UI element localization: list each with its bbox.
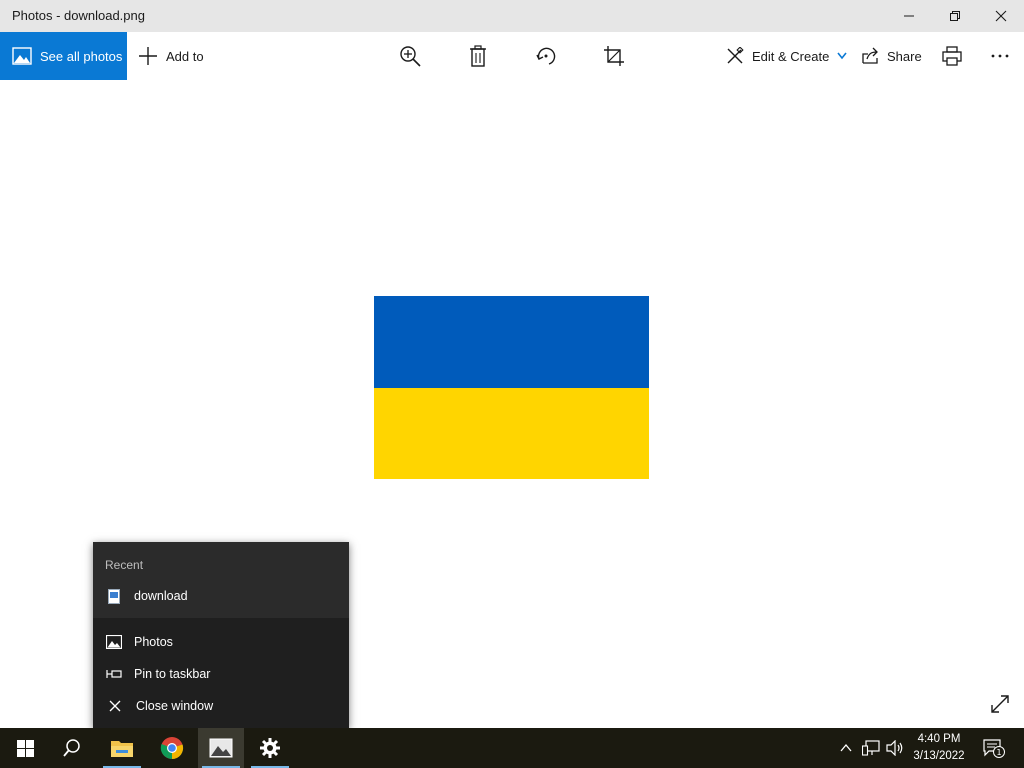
network-button[interactable] (860, 728, 882, 768)
minimize-button[interactable] (886, 0, 932, 32)
pin-icon (105, 670, 122, 678)
toolbar: See all photos Add to Edit & Create Shar… (0, 32, 1024, 80)
photos-icon (105, 635, 122, 649)
action-center-button[interactable]: 1 (980, 728, 1008, 768)
search-icon (63, 739, 80, 757)
photos-taskbar-button[interactable] (198, 728, 244, 768)
chrome-button[interactable] (149, 728, 195, 768)
close-icon (109, 700, 120, 712)
close-icon (995, 10, 1007, 22)
photos-icon (209, 738, 233, 758)
recent-item-label: download (134, 589, 188, 603)
settings-icon (260, 738, 280, 758)
edit-create-label: Edit & Create (752, 48, 830, 64)
minimize-icon (904, 15, 914, 17)
recent-header: Recent (105, 558, 144, 572)
add-to-button[interactable]: Add to (138, 32, 204, 80)
chevron-down-icon (837, 52, 847, 60)
edit-create-button[interactable]: Edit & Create (726, 32, 847, 80)
rotate-icon (536, 47, 556, 65)
close-window-item[interactable]: Close window (93, 690, 349, 722)
more-options-button[interactable] (980, 32, 1020, 80)
restore-icon (950, 11, 960, 21)
show-hidden-icons-button[interactable] (836, 728, 856, 768)
clock-date: 3/13/2022 (913, 750, 965, 762)
close-button[interactable] (978, 0, 1024, 32)
file-explorer-icon (111, 741, 133, 757)
jump-list-app-label: Photos (134, 635, 173, 649)
add-to-label: Add to (166, 48, 204, 64)
jump-list: Recent download Photos Pin to taskbar Cl… (93, 542, 349, 728)
share-label: Share (887, 48, 922, 64)
plus-icon (139, 47, 157, 65)
taskbar-search-button[interactable] (49, 728, 95, 768)
file-explorer-button[interactable] (99, 728, 145, 768)
volume-button[interactable] (884, 728, 906, 768)
volume-icon (886, 740, 903, 756)
close-window-label: Close window (136, 699, 214, 713)
pin-to-taskbar-item[interactable]: Pin to taskbar (93, 658, 349, 690)
restore-button[interactable] (932, 0, 978, 32)
start-icon (16, 739, 34, 757)
share-icon (862, 47, 878, 64)
title-bar: Photos - download.png (0, 0, 1024, 32)
fullscreen-button[interactable] (986, 690, 1014, 718)
crop-button[interactable] (594, 32, 634, 80)
delete-button[interactable] (458, 32, 498, 80)
taskbar: 4:40 PM 3/13/2022 1 (0, 728, 1024, 768)
pin-to-taskbar-label: Pin to taskbar (134, 667, 211, 681)
network-icon (862, 740, 880, 756)
zoom-in-icon (400, 46, 421, 67)
window-title: Photos - download.png (12, 8, 145, 23)
start-button[interactable] (2, 728, 48, 768)
chevron-up-icon (840, 744, 852, 752)
notification-icon: 1 (983, 739, 1005, 758)
expand-icon (991, 695, 1009, 713)
printer-icon (942, 46, 962, 66)
picture-icon (12, 47, 32, 65)
zoom-button[interactable] (390, 32, 430, 80)
settings-button[interactable] (247, 728, 293, 768)
clock-time: 4:40 PM (917, 733, 961, 745)
notification-count: 1 (996, 748, 1001, 757)
trash-icon (470, 45, 486, 67)
see-all-photos-button[interactable]: See all photos (0, 32, 127, 80)
jump-list-app-photos[interactable]: Photos (93, 626, 349, 658)
edit-icon (727, 47, 744, 64)
crop-icon (604, 46, 624, 66)
image-file-icon (107, 588, 120, 604)
rotate-button[interactable] (526, 32, 566, 80)
image-bottom-band (374, 388, 649, 479)
see-all-photos-label: See all photos (40, 48, 123, 64)
recent-item-download[interactable]: download (93, 580, 349, 612)
share-button[interactable]: Share (861, 32, 922, 80)
chrome-icon (160, 737, 184, 760)
more-icon (991, 54, 1009, 58)
system-clock[interactable]: 4:40 PM 3/13/2022 (904, 728, 974, 768)
print-button[interactable] (932, 32, 972, 80)
image-top-band (374, 296, 649, 388)
